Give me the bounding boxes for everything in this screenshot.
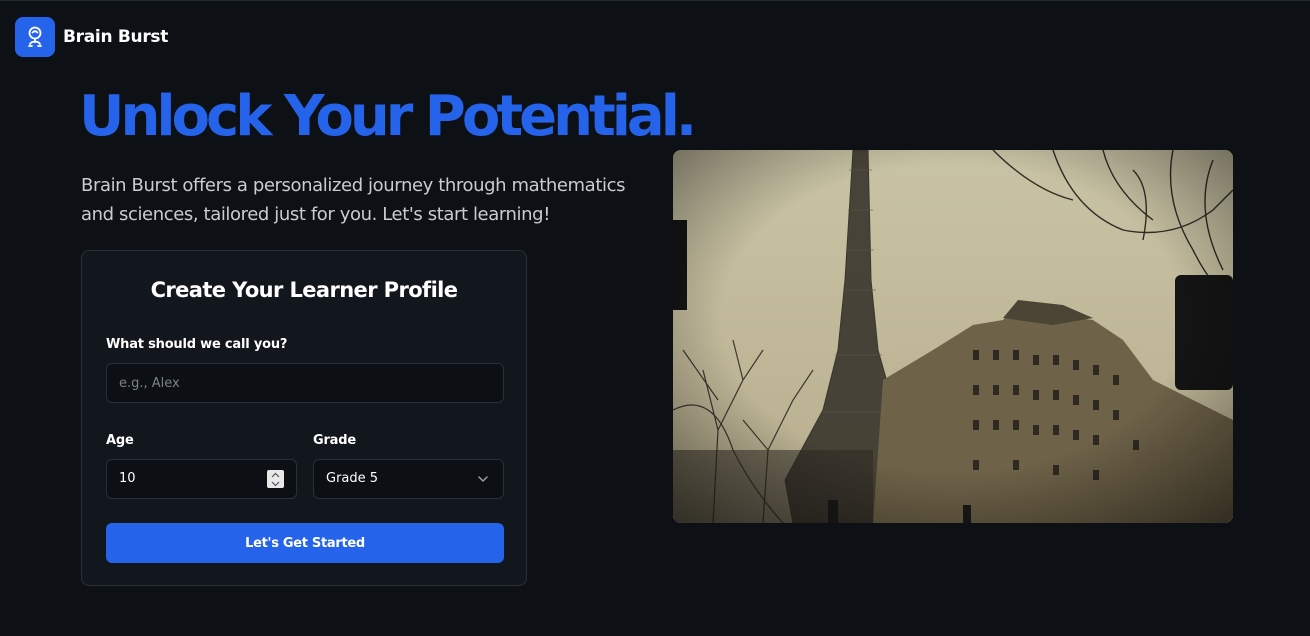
brain-icon [15,17,55,57]
grade-select[interactable]: Grade 5 [313,459,504,499]
name-label: What should we call you? [106,337,288,352]
age-value: 10 [119,471,136,486]
chevron-down-icon[interactable] [271,481,280,487]
hero-title: Unlock Your Potential. [79,84,697,149]
eiffel-tower-photo [673,150,1233,523]
brand[interactable]: Brain Burst [15,17,168,57]
get-started-button[interactable]: Let's Get Started [106,523,504,563]
grade-label: Grade [313,433,356,448]
name-input[interactable] [106,363,504,403]
chevron-up-icon[interactable] [271,472,280,478]
brand-name: Brain Burst [63,27,169,47]
learner-profile-card: Create Your Learner Profile What should … [81,250,527,586]
age-label: Age [106,433,134,448]
grade-value: Grade 5 [326,471,379,486]
chevron-down-icon [478,476,488,482]
hero-subtitle: Brain Burst offers a personalized journe… [81,175,626,225]
hero-photo [673,150,1233,523]
card-title: Create Your Learner Profile [150,278,458,302]
age-stepper[interactable] [267,470,284,488]
age-input[interactable]: 10 [106,459,297,499]
